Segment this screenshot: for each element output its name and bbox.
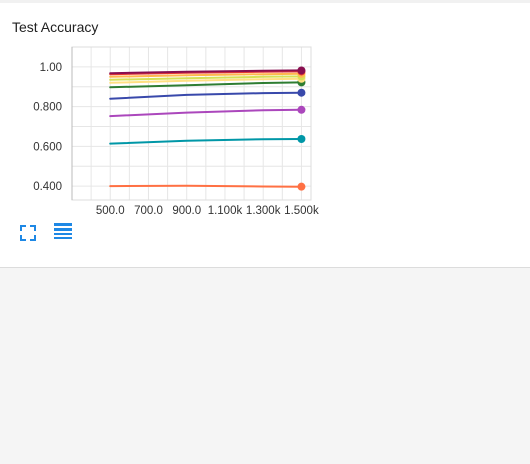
fullscreen-icon[interactable] (17, 222, 39, 244)
empty-area (0, 268, 530, 464)
series-end-marker-4[interactable] (297, 88, 306, 97)
x-tick-label: 700.0 (134, 205, 163, 217)
chart-card: Test Accuracy 0.400 0.600 0.800 1.00 500.0 70… (0, 0, 530, 268)
series-line-1[interactable] (109, 184, 303, 188)
series-end-marker-3[interactable] (297, 105, 306, 114)
y-tick-label: 0.600 (33, 141, 62, 153)
x-tick-label: 1.100k (208, 205, 243, 217)
chart-series (109, 66, 306, 191)
x-tick-label: 1.300k (246, 205, 281, 217)
list-icon[interactable] (52, 221, 74, 243)
y-tick-label: 0.400 (33, 181, 62, 193)
series-end-marker-1[interactable] (297, 182, 306, 191)
y-tick-label: 1.00 (40, 62, 62, 74)
y-tick-label: 0.800 (33, 102, 62, 114)
x-tick-label: 900.0 (172, 205, 201, 217)
series-end-marker-10[interactable] (297, 66, 306, 75)
line-chart[interactable]: 0.400 0.600 0.800 1.00 500.0 700.0 900.0 1.100k… (0, 0, 530, 225)
x-tick-label: 1.500k (284, 205, 319, 217)
series-end-marker-2[interactable] (297, 134, 306, 143)
x-tick-label: 500.0 (96, 205, 125, 217)
